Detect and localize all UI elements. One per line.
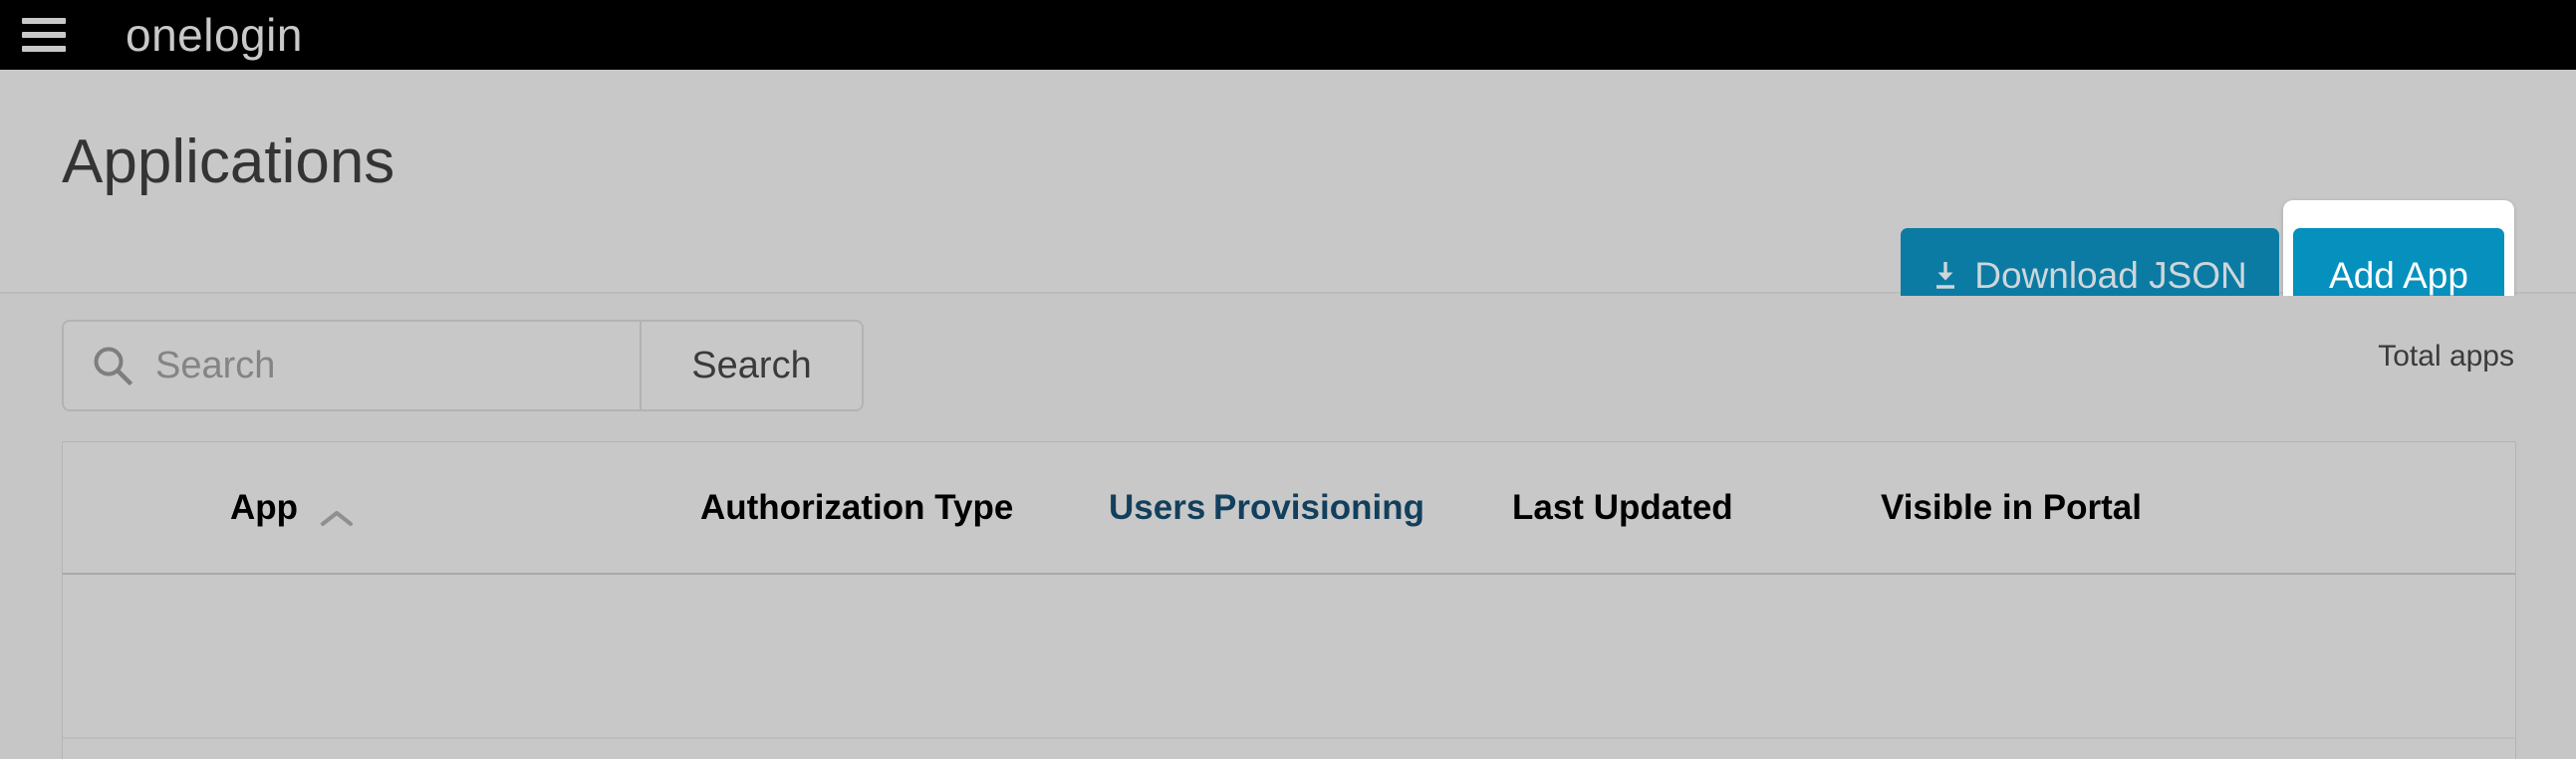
chevron-up-icon — [320, 498, 354, 526]
page-header-band: Applications Download JSON Add App — [0, 70, 2576, 354]
search-input[interactable] — [133, 322, 643, 409]
column-header-provisioning[interactable]: Provisioning — [1213, 488, 1512, 528]
hamburger-bar — [22, 18, 66, 24]
column-header-app-label: App — [230, 487, 299, 527]
search-button[interactable]: Search — [640, 320, 864, 411]
search-toolbar: Search Total apps — [0, 296, 2576, 435]
download-json-label: Download JSON — [1974, 254, 2247, 296]
search-group: Search — [62, 320, 864, 411]
download-icon — [1932, 261, 1958, 291]
onelogin-logo[interactable]: onelogin — [126, 12, 303, 58]
page-title: Applications — [62, 127, 395, 196]
column-header-users[interactable]: Users — [1109, 488, 1213, 528]
column-header-visible-in-portal[interactable]: Visible in Portal — [1881, 488, 2180, 528]
top-navigation-bar: onelogin — [0, 0, 2576, 70]
add-app-label: Add App — [2329, 254, 2468, 296]
hamburger-bar — [22, 32, 66, 38]
column-header-app[interactable]: App — [63, 488, 700, 528]
search-icon — [92, 345, 133, 386]
applications-table: App Authorization Type Users Provisionin… — [62, 441, 2516, 759]
search-input-wrapper — [62, 320, 643, 411]
column-header-last-updated[interactable]: Last Updated — [1512, 488, 1881, 528]
table-row[interactable] — [63, 739, 2515, 759]
table-header-row: App Authorization Type Users Provisionin… — [63, 442, 2515, 575]
hamburger-bar — [22, 46, 66, 52]
hamburger-menu-icon[interactable] — [22, 18, 66, 52]
total-apps-label: Total apps — [2378, 340, 2514, 373]
table-row[interactable] — [63, 575, 2515, 739]
column-header-authorization-type[interactable]: Authorization Type — [700, 488, 1109, 528]
